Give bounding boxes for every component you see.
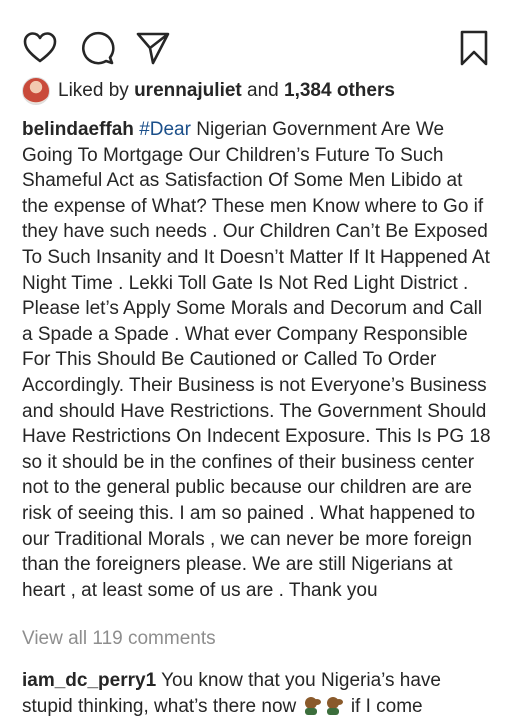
bookmark-icon[interactable] xyxy=(459,30,489,66)
comment-icon[interactable] xyxy=(79,30,115,66)
liker-username[interactable]: urennajuliet xyxy=(134,80,242,102)
post-caption: belindaeffah #Dear Nigerian Government A… xyxy=(22,117,492,603)
facepalm-emoji-icon xyxy=(324,695,346,715)
comment-text-continued: if I come xyxy=(350,696,423,717)
top-comment: iam_dc_perry1 You know that you Nigeria’… xyxy=(22,668,492,720)
share-icon[interactable] xyxy=(135,30,171,66)
likes-count[interactable]: 1,384 others xyxy=(284,80,395,102)
liker-avatar[interactable] xyxy=(22,77,50,105)
likes-summary: Liked by urennajuliet and 1,384 others xyxy=(22,76,501,106)
facepalm-emoji-icon xyxy=(302,695,324,715)
likes-prefix: Liked by xyxy=(58,80,129,101)
caption-username[interactable]: belindaeffah xyxy=(22,119,134,140)
likes-connector: and xyxy=(247,80,279,101)
heart-icon[interactable] xyxy=(22,30,58,66)
post-action-bar xyxy=(22,30,489,66)
comment-username[interactable]: iam_dc_perry1 xyxy=(22,670,156,691)
caption-hashtag[interactable]: #Dear xyxy=(139,119,191,140)
view-all-comments-link[interactable]: View all 119 comments xyxy=(22,628,216,650)
caption-text: Nigerian Government Are We Going To Mort… xyxy=(22,119,491,601)
